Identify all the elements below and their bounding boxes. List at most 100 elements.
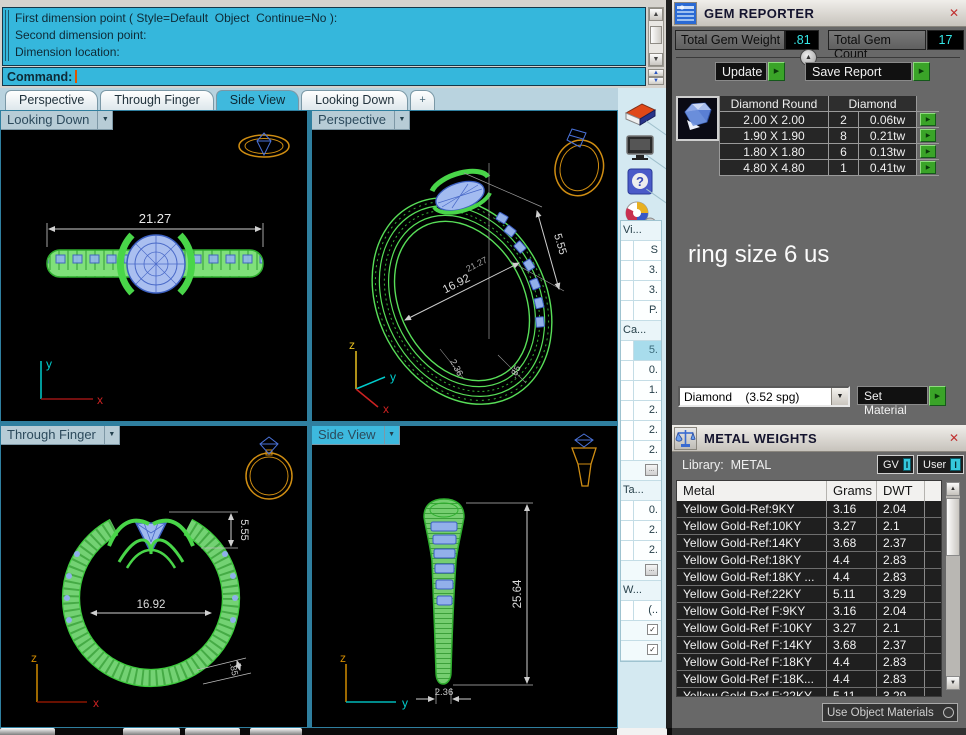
prop-row[interactable]: 2. — [621, 401, 661, 421]
console-line: Second dimension point: — [15, 27, 641, 44]
console-spinner[interactable]: ▲ ▼ — [648, 69, 664, 86]
metal-row[interactable]: Yellow Gold-Ref:14KY3.682.37 — [677, 535, 941, 552]
metal-row[interactable]: Yellow Gold-Ref:9KY3.162.04 — [677, 501, 941, 518]
update-run-icon[interactable]: ▶ — [768, 62, 785, 81]
metal-row[interactable]: Yellow Gold-Ref F:18KY4.42.83 — [677, 654, 941, 671]
console-scrollbar[interactable]: ▲ ▼ — [648, 7, 664, 67]
scroll-up-icon[interactable]: ▲ — [649, 8, 663, 21]
metal-weights-titlebar[interactable]: METAL WEIGHTS ✕ — [672, 425, 966, 452]
gem-row: 1.80 X 1.80 6 0.13tw ▶ — [719, 144, 939, 160]
prop-row[interactable]: 0. — [621, 501, 661, 521]
gem-select-icon[interactable]: ▶ — [920, 129, 936, 142]
taskbar-button[interactable] — [185, 728, 240, 735]
metal-row[interactable]: Yellow Gold-Ref F:18K...4.42.83 — [677, 671, 941, 688]
scrollbar-thumb[interactable] — [946, 498, 960, 556]
close-icon[interactable]: ✕ — [945, 5, 963, 22]
prop-row-checkbox[interactable]: ✓ — [621, 641, 661, 661]
metal-row[interactable]: Yellow Gold-Ref F:9KY3.162.04 — [677, 603, 941, 620]
prop-row-button[interactable]: ... — [621, 561, 661, 581]
prop-row[interactable]: 2. — [621, 421, 661, 441]
dimension-16-92: 16.92 — [91, 599, 211, 613]
use-object-materials-button[interactable]: Use Object Materials — [822, 703, 958, 722]
prop-row[interactable]: S — [621, 241, 661, 261]
close-icon[interactable]: ✕ — [945, 430, 963, 447]
spinner-down-icon[interactable]: ▼ — [648, 77, 664, 85]
metal-row-clipped[interactable]: Yellow Gold-Ref F:22KY5.113.29 — [677, 688, 941, 697]
chevron-down-icon[interactable]: ▼ — [831, 388, 848, 405]
viewport-label-looking-down[interactable]: Looking Down ▼ — [1, 111, 113, 130]
taskbar-button[interactable] — [617, 728, 667, 735]
prop-row[interactable]: 0. — [621, 361, 661, 381]
update-button[interactable]: Update — [715, 62, 767, 81]
chevron-down-icon[interactable]: ▼ — [384, 426, 399, 444]
save-report-run-icon[interactable]: ▶ — [913, 62, 930, 81]
prop-row-checkbox[interactable]: ✓ — [621, 621, 661, 641]
metal-row[interactable]: Yellow Gold-Ref:22KY5.113.29 — [677, 586, 941, 603]
scroll-down-icon[interactable]: ▼ — [649, 53, 663, 66]
metal-table-scrollbar[interactable]: ▲ ▼ — [946, 482, 960, 690]
add-tab-button[interactable]: + — [410, 90, 434, 110]
prop-row-selected[interactable]: 5. — [621, 341, 661, 361]
library-label: Library: METAL — [682, 458, 771, 472]
taskbar-button[interactable] — [250, 728, 302, 735]
viewport-label-side-view[interactable]: Side View ▼ — [312, 426, 400, 445]
viewport-label-perspective[interactable]: Perspective ▼ — [312, 111, 410, 130]
gem-pie-icon[interactable] — [622, 100, 658, 127]
chevron-down-icon[interactable]: ▼ — [104, 426, 119, 444]
gem-select-icon[interactable]: ▶ — [920, 113, 936, 126]
taskbar-button[interactable] — [0, 728, 55, 735]
spinner-up-icon[interactable]: ▲ — [648, 69, 664, 77]
prop-row[interactable]: 3. — [621, 281, 661, 301]
user-toggle[interactable]: User I — [917, 455, 964, 474]
scroll-down-icon[interactable]: ▼ — [946, 676, 960, 690]
command-input[interactable]: Command: — [2, 67, 646, 86]
chevron-down-icon[interactable]: ▼ — [394, 111, 409, 129]
scrollbar-thumb[interactable] — [650, 26, 662, 44]
gem-reporter-icon — [674, 2, 697, 25]
prop-row[interactable]: 2. — [621, 441, 661, 461]
prop-row[interactable]: 2. — [621, 521, 661, 541]
monitor-icon[interactable] — [622, 134, 658, 161]
viewport-label-through-finger[interactable]: Through Finger ▼ — [1, 426, 120, 445]
viewport-perspective[interactable]: Perspective ▼ — [311, 110, 618, 422]
prop-row[interactable]: 2. — [621, 541, 661, 561]
tab-side-view[interactable]: Side View — [216, 90, 299, 110]
metal-row[interactable]: Yellow Gold-Ref:18KY ...4.42.83 — [677, 569, 941, 586]
viewport-side-view[interactable]: Side View ▼ — [311, 425, 618, 728]
set-material-button[interactable]: Set Material — [857, 386, 928, 405]
prop-row[interactable]: 3. — [621, 261, 661, 281]
app-window: First dimension point ( Style=Default Ob… — [0, 0, 966, 735]
prop-row-button[interactable]: ... — [621, 461, 661, 481]
prop-row[interactable]: P. — [621, 301, 661, 321]
tab-looking-down[interactable]: Looking Down — [301, 90, 408, 110]
svg-text:z: z — [31, 651, 37, 665]
metal-row[interactable]: Yellow Gold-Ref F:14KY3.682.37 — [677, 637, 941, 654]
ring-thumbnail-icon — [549, 129, 609, 201]
save-report-button[interactable]: Save Report — [805, 62, 912, 81]
gem-select-icon[interactable]: ▶ — [920, 161, 936, 174]
scroll-up-icon[interactable]: ▲ — [946, 482, 960, 496]
metal-row[interactable]: Yellow Gold-Ref:10KY3.272.1 — [677, 518, 941, 535]
material-select[interactable]: Diamond (3.52 spg) ▼ — [678, 386, 850, 407]
gv-toggle[interactable]: GV I — [877, 455, 914, 474]
metal-table: Metal Grams DWT Yellow Gold-Ref:9KY3.162… — [676, 480, 942, 697]
help-icon[interactable]: ? — [622, 168, 658, 195]
prop-row[interactable]: (.. — [621, 601, 661, 621]
metal-row[interactable]: Yellow Gold-Ref F:10KY3.272.1 — [677, 620, 941, 637]
total-gem-weight-label: Total Gem Weight — [675, 30, 785, 50]
dimension-outer: 21.27 — [464, 255, 489, 274]
checkbox-checked-icon: ✓ — [647, 644, 658, 655]
gem-select-icon[interactable]: ▶ — [920, 145, 936, 158]
prop-row[interactable]: 1. — [621, 381, 661, 401]
set-material-run-icon[interactable]: ▶ — [929, 386, 946, 406]
viewport-looking-down[interactable]: Looking Down ▼ — [0, 110, 308, 422]
metal-row[interactable]: Yellow Gold-Ref:18KY4.42.83 — [677, 552, 941, 569]
tab-through-finger[interactable]: Through Finger — [100, 90, 213, 110]
gem-reporter-titlebar[interactable]: GEM REPORTER ✕ — [672, 0, 966, 27]
ring-front-view-canvas: 5.55 16.92 .85 z x — [1, 426, 309, 729]
taskbar-button[interactable] — [123, 728, 180, 735]
viewport-through-finger[interactable]: Through Finger ▼ — [0, 425, 308, 728]
tab-perspective[interactable]: Perspective — [5, 90, 98, 110]
gv-toggle-label: GV — [883, 459, 899, 471]
chevron-down-icon[interactable]: ▼ — [97, 111, 112, 129]
